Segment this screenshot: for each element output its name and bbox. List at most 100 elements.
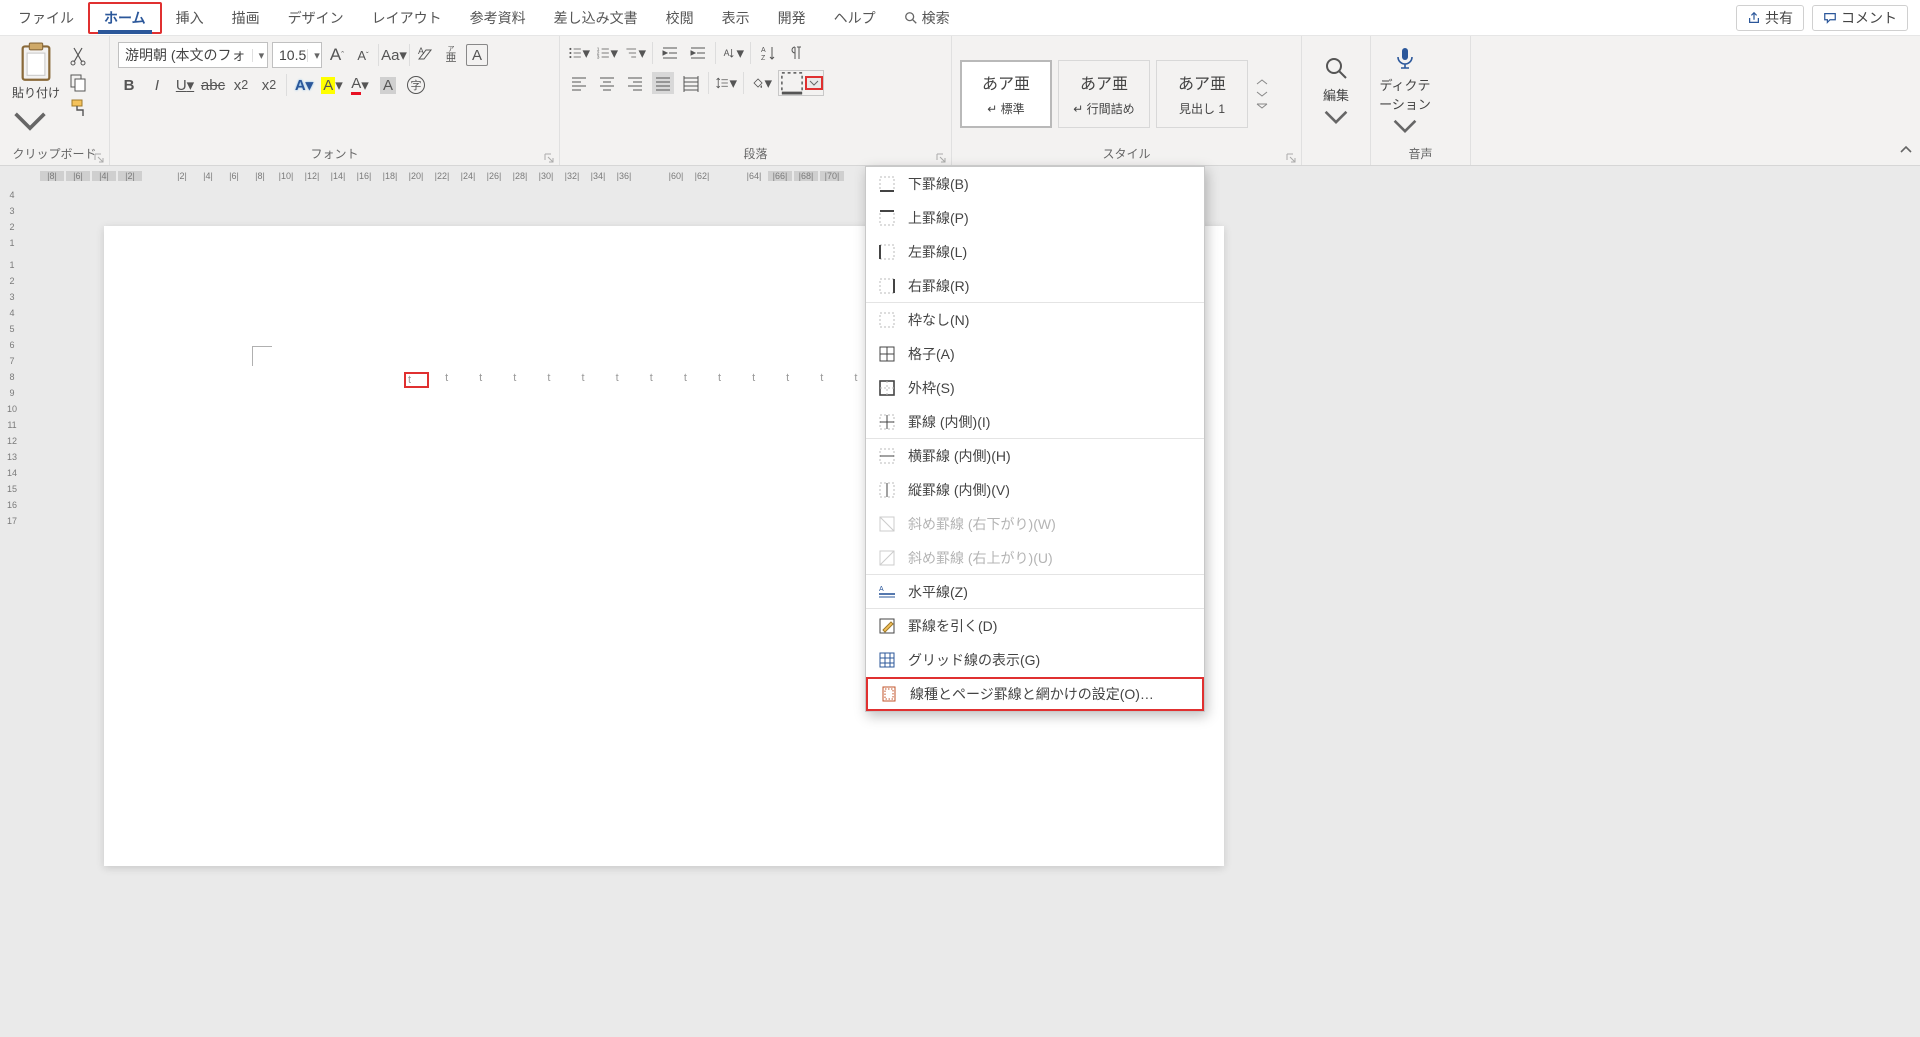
paragraph-launcher[interactable] bbox=[935, 151, 947, 163]
tab-review[interactable]: 校閲 bbox=[652, 4, 708, 32]
enclose-characters-button[interactable]: 字 bbox=[405, 74, 427, 96]
border-inside-icon bbox=[878, 413, 896, 431]
decrease-indent-button[interactable] bbox=[659, 42, 681, 64]
clear-formatting-button[interactable]: A bbox=[414, 44, 436, 66]
microphone-icon[interactable] bbox=[1392, 45, 1418, 71]
menu-item-border-inside-h[interactable]: 横罫線 (内側)(H) bbox=[866, 439, 1204, 473]
menu-item-border-top[interactable]: 上罫線(P) bbox=[866, 201, 1204, 235]
styles-launcher[interactable] bbox=[1285, 151, 1297, 163]
style-no-spacing[interactable]: あア亜 ↵ 行間詰め bbox=[1058, 60, 1150, 128]
share-button[interactable]: 共有 bbox=[1736, 5, 1804, 31]
vertical-ruler[interactable]: 43211234567891011121314151617 bbox=[0, 186, 24, 1037]
collapse-ribbon-button[interactable] bbox=[1898, 142, 1914, 161]
font-launcher[interactable] bbox=[543, 151, 555, 163]
superscript-button[interactable]: x2 bbox=[258, 74, 280, 96]
shading-button[interactable]: ▾ bbox=[750, 72, 772, 94]
menu-item-border-left[interactable]: 左罫線(L) bbox=[866, 235, 1204, 269]
numbering-button[interactable]: 123▾ bbox=[596, 42, 618, 64]
bold-button[interactable]: B bbox=[118, 74, 140, 96]
menu-item-page-borders[interactable]: 線種とページ罫線と網かけの設定(O)… bbox=[866, 677, 1204, 711]
multilevel-list-button[interactable]: ▾ bbox=[624, 42, 646, 64]
styles-gallery-more[interactable] bbox=[1254, 77, 1270, 111]
chevron-down-icon: ▾ bbox=[252, 49, 266, 62]
align-distributed-button[interactable] bbox=[680, 72, 702, 94]
dictation-button[interactable]: ディクテーション bbox=[1379, 75, 1431, 142]
character-shading-button[interactable]: A bbox=[377, 74, 399, 96]
group-font: 游明朝 (本文のフォ▾ 10.5▾ Aˆ Aˇ Aa▾ A ア亜 A B I U… bbox=[110, 36, 560, 165]
tab-mailings[interactable]: 差し込み文書 bbox=[540, 4, 652, 32]
tab-layout[interactable]: レイアウト bbox=[358, 4, 456, 32]
cut-icon[interactable] bbox=[68, 46, 88, 66]
tab-design[interactable]: デザイン bbox=[274, 4, 358, 32]
phonetic-guide-button[interactable]: ア亜 bbox=[440, 44, 462, 66]
style-normal[interactable]: あア亜 ↵ 標準 bbox=[960, 60, 1052, 128]
underline-button[interactable]: U▾ bbox=[174, 74, 196, 96]
font-name-select[interactable]: 游明朝 (本文のフォ▾ bbox=[118, 42, 268, 68]
tab-home[interactable]: ホーム bbox=[88, 2, 162, 34]
menu-item-label: 斜め罫線 (右上がり)(U) bbox=[908, 548, 1053, 568]
align-center-button[interactable] bbox=[596, 72, 618, 94]
menu-item-border-inside[interactable]: 罫線 (内側)(I) bbox=[866, 405, 1204, 439]
italic-button[interactable]: I bbox=[146, 74, 168, 96]
tab-draw[interactable]: 描画 bbox=[218, 4, 274, 32]
sort-button[interactable]: AZ bbox=[757, 42, 779, 64]
font-size-select[interactable]: 10.5▾ bbox=[272, 42, 322, 68]
menu-item-draw-table[interactable]: 罫線を引く(D) bbox=[866, 609, 1204, 643]
subscript-button[interactable]: x2 bbox=[230, 74, 252, 96]
tab-search[interactable]: 検索 bbox=[890, 4, 964, 32]
highlight-button[interactable]: A▾ bbox=[321, 74, 343, 96]
copy-icon[interactable] bbox=[68, 72, 88, 92]
tab-file[interactable]: ファイル bbox=[4, 4, 88, 32]
change-case-button[interactable]: Aa▾ bbox=[383, 44, 405, 66]
border-diag-down-icon bbox=[878, 515, 896, 533]
share-icon bbox=[1747, 11, 1761, 25]
menu-item-border-all[interactable]: 格子(A) bbox=[866, 337, 1204, 371]
align-justify-button[interactable] bbox=[652, 72, 674, 94]
menu-item-border-outside[interactable]: 外枠(S) bbox=[866, 371, 1204, 405]
strikethrough-button[interactable]: abc bbox=[202, 74, 224, 96]
draw-table-icon bbox=[878, 617, 896, 635]
text-effects-button[interactable]: A▾ bbox=[293, 74, 315, 96]
tab-developer[interactable]: 開発 bbox=[764, 4, 820, 32]
format-painter-icon[interactable] bbox=[68, 98, 88, 118]
menu-item-hr[interactable]: A水平線(Z) bbox=[866, 575, 1204, 609]
align-right-button[interactable] bbox=[624, 72, 646, 94]
tab-help[interactable]: ヘルプ bbox=[820, 4, 890, 32]
borders-split-button[interactable] bbox=[778, 70, 824, 96]
align-left-button[interactable] bbox=[568, 72, 590, 94]
menu-item-border-none[interactable]: 枠なし(N) bbox=[866, 303, 1204, 337]
line-spacing-button[interactable]: ▾ bbox=[715, 72, 737, 94]
text-direction-button[interactable]: A▾ bbox=[722, 42, 744, 64]
search-icon[interactable] bbox=[1323, 55, 1349, 81]
menu-item-label: 上罫線(P) bbox=[908, 208, 969, 228]
menu-item-border-diag-up: 斜め罫線 (右上がり)(U) bbox=[866, 541, 1204, 575]
tab-view[interactable]: 表示 bbox=[708, 4, 764, 32]
menu-item-label: グリッド線の表示(G) bbox=[908, 650, 1040, 670]
show-marks-button[interactable] bbox=[785, 42, 807, 64]
style-heading1[interactable]: あア亜 見出し 1 bbox=[1156, 60, 1248, 128]
shrink-font-button[interactable]: Aˇ bbox=[352, 44, 374, 66]
font-color-button[interactable]: A▾ bbox=[349, 74, 371, 96]
menu-item-grid[interactable]: グリッド線の表示(G) bbox=[866, 643, 1204, 677]
menu-item-border-right[interactable]: 右罫線(R) bbox=[866, 269, 1204, 303]
tab-references[interactable]: 参考資料 bbox=[456, 4, 540, 32]
increase-indent-button[interactable] bbox=[687, 42, 709, 64]
comment-icon bbox=[1823, 11, 1837, 25]
chevron-down-icon bbox=[12, 101, 48, 141]
grow-font-button[interactable]: Aˆ bbox=[326, 44, 348, 66]
borders-dropdown-button[interactable] bbox=[805, 76, 823, 90]
tab-insert[interactable]: 挿入 bbox=[162, 4, 218, 32]
bullets-button[interactable]: ▾ bbox=[568, 42, 590, 64]
comment-button[interactable]: コメント bbox=[1812, 5, 1908, 31]
clipboard-launcher[interactable] bbox=[93, 151, 105, 163]
border-right-icon bbox=[878, 277, 896, 295]
paste-button[interactable]: 貼り付け bbox=[8, 42, 64, 144]
menu-item-border-bottom[interactable]: 下罫線(B) bbox=[866, 167, 1204, 201]
border-none-icon bbox=[878, 311, 896, 329]
editing-label[interactable]: 編集 bbox=[1323, 85, 1349, 133]
menu-item-label: 水平線(Z) bbox=[908, 582, 968, 602]
character-border-button[interactable]: A bbox=[466, 44, 488, 66]
borders-icon bbox=[779, 70, 805, 96]
menu-item-border-inside-v[interactable]: 縦罫線 (内側)(V) bbox=[866, 473, 1204, 507]
chevron-down-icon: ▾ bbox=[307, 49, 321, 62]
